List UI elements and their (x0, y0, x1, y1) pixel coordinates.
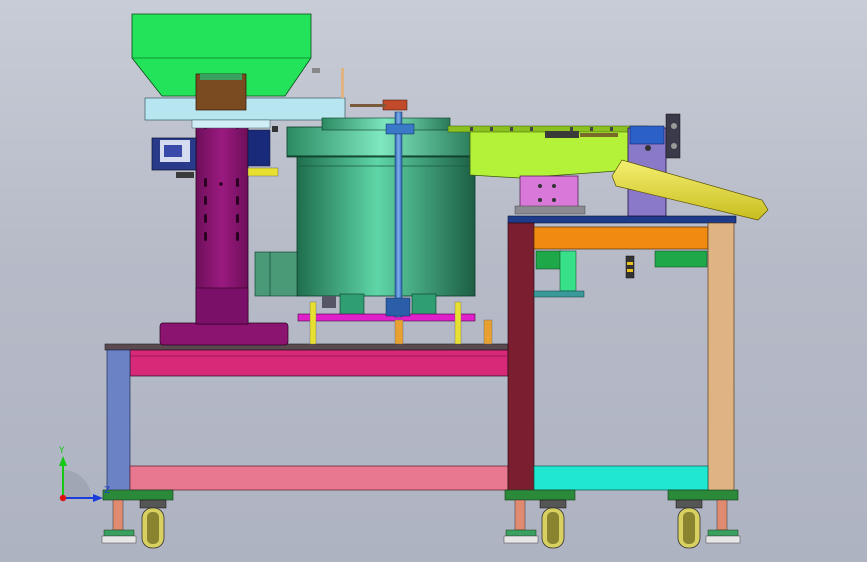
table-left-foot-pad (102, 489, 174, 501)
leveling-foot-icon (705, 499, 741, 544)
right-table-leg (707, 222, 735, 494)
right-table-foot-pad-right (667, 489, 739, 501)
bowl-rim (286, 126, 476, 158)
right-table-foot-pad-left (504, 489, 576, 501)
table-upper-beam (129, 349, 509, 377)
leveling-foot-icon (101, 499, 137, 544)
bracket-right (654, 250, 708, 268)
right-table-beam (533, 226, 709, 250)
right-table-top (507, 215, 737, 224)
caster-wheel-icon (675, 499, 703, 549)
y-axis-label: Y (58, 446, 65, 456)
leveling-foot-icon (503, 499, 539, 544)
bowl-body (296, 155, 476, 297)
bracket-plate (559, 250, 577, 292)
table-left-leg (106, 349, 131, 493)
bracket-base (533, 290, 585, 298)
axis-triad-icon: Y Z (58, 446, 110, 502)
linear-feeder-track[interactable] (447, 113, 769, 221)
caster-wheel-icon (539, 499, 567, 549)
control-box (254, 251, 298, 297)
bracket-left (535, 250, 563, 270)
right-table-post (507, 222, 535, 494)
caster-wheel-icon (139, 499, 167, 549)
column-base (159, 322, 289, 346)
right-table[interactable] (504, 215, 739, 501)
cad-viewport[interactable]: Y Z (0, 0, 867, 562)
right-table-lower-rail (533, 465, 709, 491)
left-table[interactable] (102, 343, 509, 501)
z-axis-label: Z (104, 486, 110, 496)
table-lower-rail (129, 465, 509, 491)
sensor-small (625, 255, 635, 279)
casters (101, 499, 741, 549)
vibratory-bowl[interactable] (254, 117, 493, 345)
machine-drawing: Y Z (58, 13, 769, 549)
